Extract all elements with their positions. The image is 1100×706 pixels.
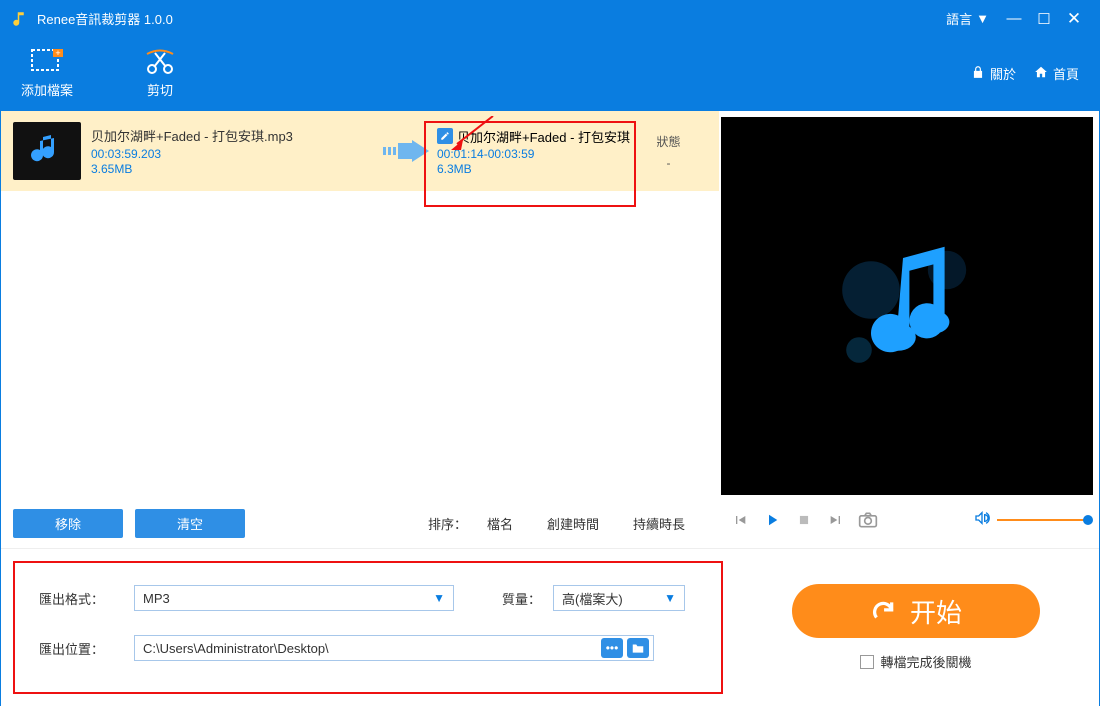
cut-button[interactable]: 剪切 [143, 48, 177, 99]
start-button[interactable]: 开始 [792, 584, 1040, 638]
volume-slider[interactable] [997, 519, 1089, 521]
output-range: 00:01:14-00:03:59 [437, 147, 630, 161]
refresh-icon [870, 598, 896, 624]
output-size: 6.3MB [437, 162, 630, 176]
start-label: 开始 [910, 593, 962, 630]
file-name: 贝加尔湖畔+Faded - 打包安琪.mp3 [91, 126, 381, 145]
export-settings: 匯出格式： MP3 ▼ 質量： 高(檔案大) ▼ 匯出位置： C:\Users\… [13, 561, 723, 694]
quality-label: 質量： [502, 589, 541, 608]
chevron-down-icon: ▼ [976, 11, 989, 26]
quality-select[interactable]: 高(檔案大) ▼ [553, 585, 685, 611]
arrow-icon [381, 140, 431, 162]
output-path-field[interactable]: C:\Users\Administrator\Desktop\ ••• [134, 635, 654, 661]
home-label: 首頁 [1053, 64, 1079, 83]
home-link[interactable]: 首頁 [1034, 64, 1079, 83]
path-label: 匯出位置： [39, 639, 134, 658]
file-size: 3.65MB [91, 162, 381, 176]
browse-button[interactable]: ••• [601, 638, 623, 658]
stop-button[interactable] [793, 509, 815, 531]
status-header: 狀態 [630, 133, 707, 150]
add-file-button[interactable]: + 添加檔案 [21, 48, 73, 99]
file-duration: 00:03:59.203 [91, 147, 381, 161]
next-button[interactable] [825, 509, 847, 531]
snapshot-button[interactable] [857, 509, 879, 531]
about-link[interactable]: 關於 [971, 64, 1016, 83]
shutdown-checkbox[interactable] [860, 655, 874, 669]
chevron-down-icon: ▼ [433, 591, 445, 605]
sort-by-duration[interactable]: 持續時長 [633, 514, 685, 533]
app-title: Renee音訊裁剪器 1.0.0 [37, 9, 173, 28]
shutdown-label: 轉檔完成後關機 [880, 652, 971, 671]
language-menu[interactable]: 語言 ▼ [946, 9, 989, 28]
sort-by-name[interactable]: 檔名 [487, 514, 513, 533]
title-bar: Renee音訊裁剪器 1.0.0 語言 ▼ — ☐ ✕ [1, 1, 1099, 36]
maximize-button[interactable]: ☐ [1029, 4, 1059, 34]
player-controls [719, 495, 1099, 545]
add-file-label: 添加檔案 [21, 80, 73, 99]
edit-icon[interactable] [437, 128, 453, 144]
scissors-icon [143, 48, 177, 76]
svg-text:+: + [55, 49, 60, 58]
open-folder-button[interactable] [627, 638, 649, 658]
file-row[interactable]: 贝加尔湖畔+Faded - 打包安琪.mp3 00:03:59.203 3.65… [1, 111, 719, 191]
language-label: 語言 [946, 9, 972, 28]
file-list: 贝加尔湖畔+Faded - 打包安琪.mp3 00:03:59.203 3.65… [1, 111, 719, 498]
volume-icon[interactable] [973, 510, 991, 531]
cut-label: 剪切 [147, 80, 173, 99]
output-name: 贝加尔湖畔+Faded - 打包安琪 [457, 127, 630, 146]
remove-button[interactable]: 移除 [13, 509, 123, 538]
lock-icon [971, 65, 985, 82]
preview-pane [721, 117, 1093, 495]
close-button[interactable]: ✕ [1059, 4, 1089, 34]
list-footer: 移除 清空 排序： 檔名 創建時間 持續時長 [1, 498, 719, 548]
format-select[interactable]: MP3 ▼ [134, 585, 454, 611]
format-label: 匯出格式： [39, 589, 134, 608]
app-icon [11, 10, 29, 28]
home-icon [1034, 65, 1048, 82]
minimize-button[interactable]: — [999, 4, 1029, 34]
quality-value: 高(檔案大) [562, 589, 623, 608]
status-value: - [630, 156, 707, 170]
sort-by-created[interactable]: 創建時間 [547, 514, 599, 533]
about-label: 關於 [990, 64, 1016, 83]
toolbar: + 添加檔案 剪切 關於 首頁 [1, 36, 1099, 111]
add-file-icon: + [30, 48, 64, 76]
play-button[interactable] [761, 509, 783, 531]
file-thumbnail [13, 122, 81, 180]
chevron-down-icon: ▼ [664, 591, 676, 605]
format-value: MP3 [143, 591, 170, 606]
sort-label: 排序： [428, 514, 467, 533]
clear-button[interactable]: 清空 [135, 509, 245, 538]
prev-button[interactable] [729, 509, 751, 531]
path-value: C:\Users\Administrator\Desktop\ [143, 641, 329, 656]
